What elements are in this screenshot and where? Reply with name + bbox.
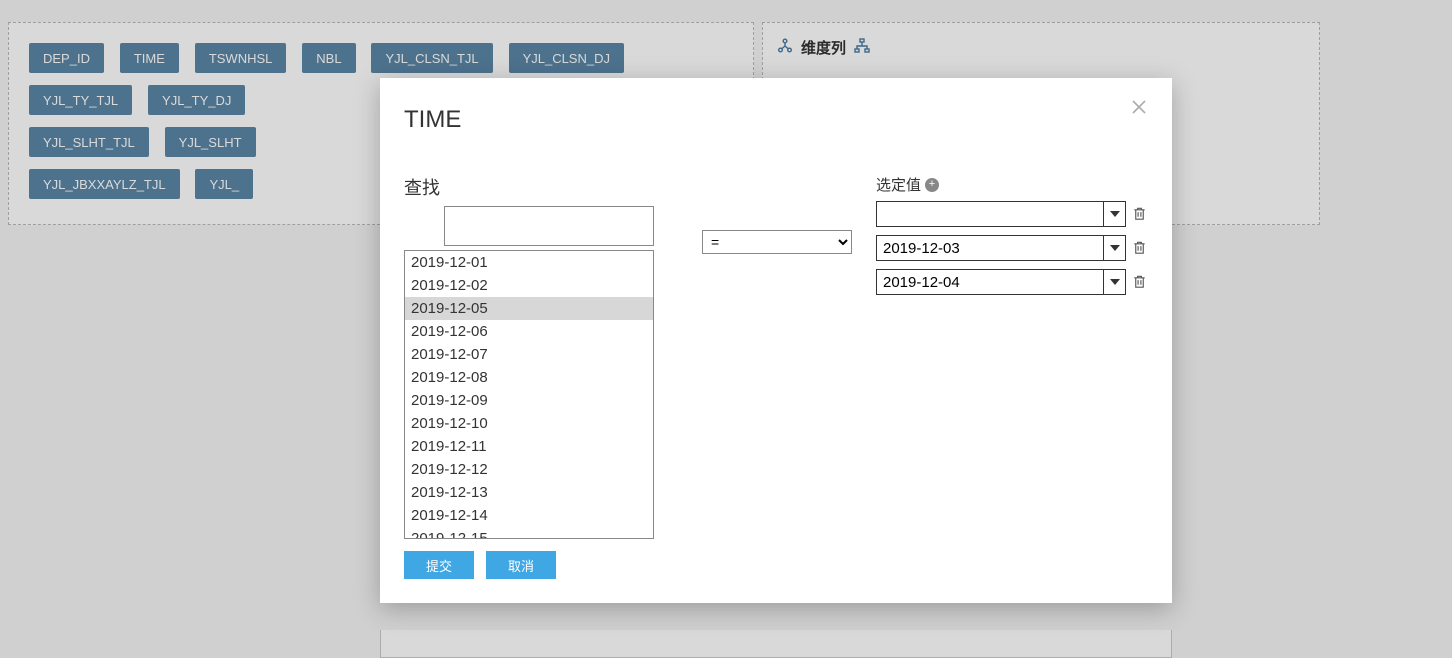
delete-icon[interactable] [1132, 240, 1148, 256]
operator-select[interactable]: = [702, 230, 852, 254]
selected-value-row [876, 201, 1148, 227]
modal-title: TIME [404, 106, 1148, 134]
date-option[interactable]: 2019-12-13 [405, 481, 653, 504]
date-option[interactable]: 2019-12-02 [405, 274, 653, 297]
date-option[interactable]: 2019-12-05 [405, 297, 653, 320]
selected-values-label: 选定值 [876, 174, 921, 195]
dropdown-caret[interactable] [1103, 270, 1125, 294]
selected-value-input[interactable] [877, 270, 1103, 294]
selected-value-row [876, 269, 1148, 295]
search-label: 查找 [404, 174, 678, 200]
date-option[interactable]: 2019-12-09 [405, 389, 653, 412]
delete-icon[interactable] [1132, 274, 1148, 290]
selected-value-input[interactable] [877, 236, 1103, 260]
date-option[interactable]: 2019-12-01 [405, 251, 653, 274]
date-options-list[interactable]: 2019-12-012019-12-022019-12-052019-12-06… [404, 250, 654, 539]
selected-value-row [876, 235, 1148, 261]
delete-icon[interactable] [1132, 206, 1148, 222]
add-value-button[interactable]: + [925, 178, 939, 192]
selected-value-input[interactable] [877, 202, 1103, 226]
date-option[interactable]: 2019-12-06 [405, 320, 653, 343]
date-option[interactable]: 2019-12-15 [405, 527, 653, 539]
submit-button[interactable]: 提交 [404, 551, 474, 579]
search-input[interactable] [444, 206, 654, 246]
dropdown-caret[interactable] [1103, 236, 1125, 260]
date-option[interactable]: 2019-12-10 [405, 412, 653, 435]
cancel-button[interactable]: 取消 [486, 551, 556, 579]
date-option[interactable]: 2019-12-14 [405, 504, 653, 527]
date-option[interactable]: 2019-12-07 [405, 343, 653, 366]
time-filter-modal: TIME 查找 2019-12-012019-12-022019-12-0520… [380, 78, 1172, 603]
date-option[interactable]: 2019-12-12 [405, 458, 653, 481]
date-option[interactable]: 2019-12-08 [405, 366, 653, 389]
dropdown-caret[interactable] [1103, 202, 1125, 226]
modal-close-button[interactable] [1132, 100, 1150, 118]
date-option[interactable]: 2019-12-11 [405, 435, 653, 458]
